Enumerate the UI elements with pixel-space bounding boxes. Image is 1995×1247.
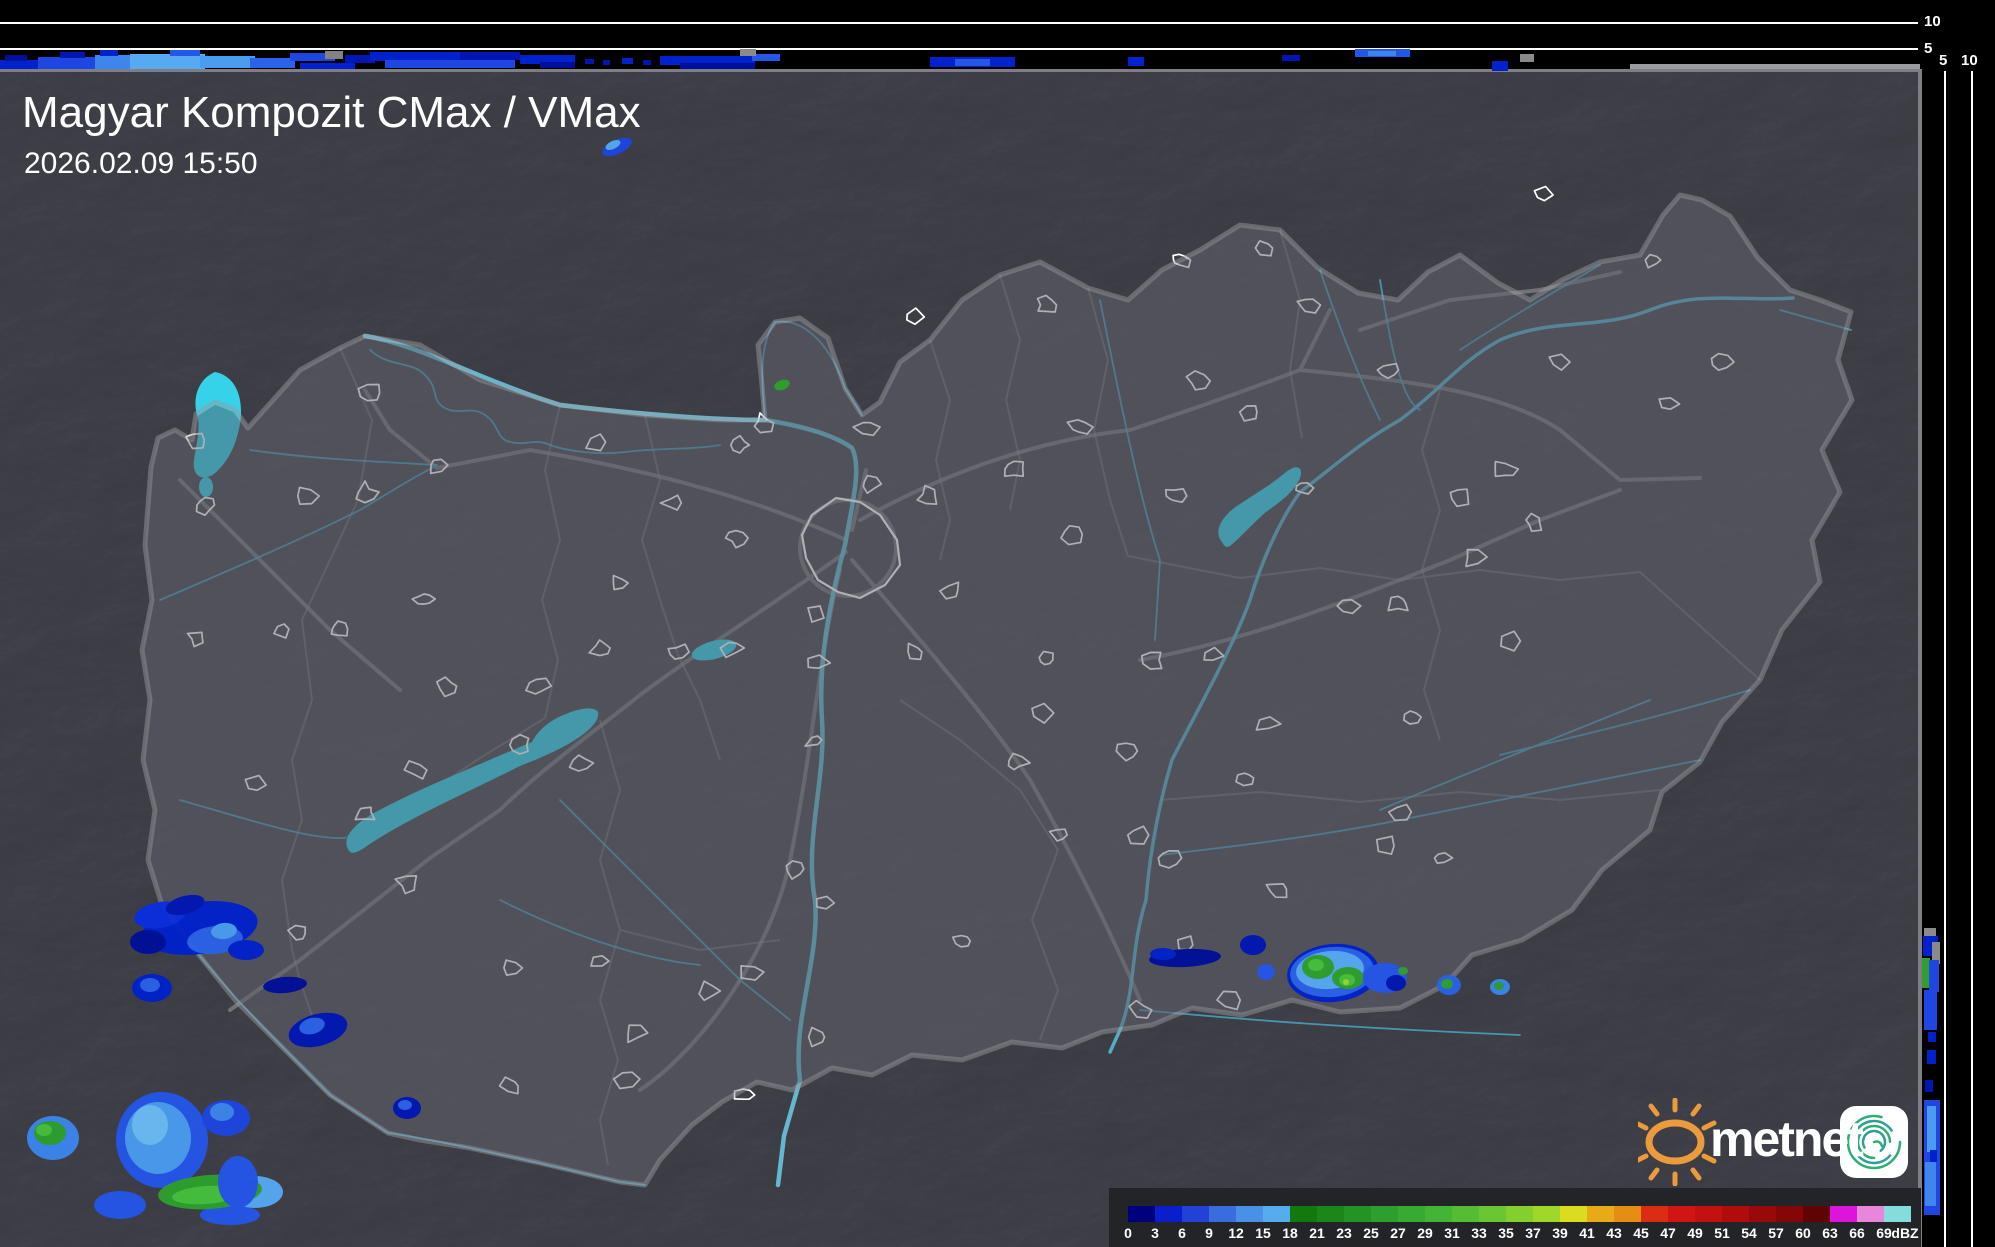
legend-color-cell: [1614, 1206, 1641, 1222]
dbz-legend: dBZ 0 3 6 9 12 15 18 21 23 25 27 29 31 33 35 37 39 41 43 45…: [1109, 1188, 1921, 1247]
legend-color-cell: [1479, 1206, 1506, 1222]
legend-color-cell: [1776, 1206, 1803, 1222]
legend-color-cell: [1317, 1206, 1344, 1222]
page-title: Magyar Kompozit CMax / VMax: [22, 88, 641, 137]
right-axis-label-10km: 10: [1961, 52, 1978, 69]
legend-tick-label: 39: [1552, 1225, 1568, 1241]
legend-color-cell: [1695, 1206, 1722, 1222]
legend-color-cell: [1749, 1206, 1776, 1222]
legend-color-cell: [1560, 1206, 1587, 1222]
legend-tick-label: 33: [1471, 1225, 1487, 1241]
legend-tick-label: 41: [1579, 1225, 1595, 1241]
metnet-logo: metnet: [1638, 1098, 1913, 1186]
top-profile-gridline-10km: [0, 22, 1918, 24]
map-frame-right: [1918, 69, 1922, 1247]
legend-color-cell: [1263, 1206, 1290, 1222]
legend-tick-label: 31: [1444, 1225, 1460, 1241]
radar-app-window: Magyar Kompozit CMax / VMax 2026.02.09 1…: [0, 0, 1995, 1247]
legend-tick-label: 15: [1255, 1225, 1271, 1241]
top-axis-label-10km: 10: [1924, 13, 1941, 30]
legend-color-cell: [1641, 1206, 1668, 1222]
map-timestamp: 2026.02.09 15:50: [24, 147, 258, 180]
legend-tick-label: 43: [1606, 1225, 1622, 1241]
legend-tick-label: 54: [1741, 1225, 1757, 1241]
legend-tick-label: 0: [1124, 1225, 1132, 1241]
legend-tick-label: 25: [1363, 1225, 1379, 1241]
legend-tick-label: 35: [1498, 1225, 1514, 1241]
legend-tick-label: 23: [1336, 1225, 1352, 1241]
legend-tick-label: 69: [1876, 1225, 1892, 1241]
sun-icon: [1638, 1098, 1717, 1186]
radar-composite-map: [0, 0, 1995, 1247]
legend-color-cell: [1128, 1206, 1155, 1222]
legend-color-cell: [1587, 1206, 1614, 1222]
legend-color-cell: [1830, 1206, 1857, 1222]
legend-tick-label: 47: [1660, 1225, 1676, 1241]
top-axis-label-5km: 5: [1924, 40, 1933, 57]
legend-color-cell: [1668, 1206, 1695, 1222]
legend-tick-label: 45: [1633, 1225, 1649, 1241]
legend-tick-label: 57: [1768, 1225, 1784, 1241]
legend-color-cell: [1506, 1206, 1533, 1222]
legend-tick-label: 29: [1417, 1225, 1433, 1241]
map-frame-top: [0, 69, 1922, 72]
legend-color-cell: [1722, 1206, 1749, 1222]
legend-tick-label: 66: [1849, 1225, 1865, 1241]
legend-color-cell: [1803, 1206, 1830, 1222]
legend-tick-label: 6: [1178, 1225, 1186, 1241]
legend-color-cell: [1290, 1206, 1317, 1222]
legend-color-cell: [1344, 1206, 1371, 1222]
legend-tick-label: 3: [1151, 1225, 1159, 1241]
legend-color-cell: [1209, 1206, 1236, 1222]
legend-tick-label: 51: [1714, 1225, 1730, 1241]
legend-color-cell: [1452, 1206, 1479, 1222]
legend-color-cell: [1236, 1206, 1263, 1222]
legend-tick-label: 49: [1687, 1225, 1703, 1241]
legend-tick-label: 27: [1390, 1225, 1406, 1241]
logo-wordmark: metnet: [1710, 1111, 1864, 1167]
legend-color-cell: [1371, 1206, 1398, 1222]
legend-tick-label: 37: [1525, 1225, 1541, 1241]
legend-color-cell: [1155, 1206, 1182, 1222]
top-profile-gridline-5km: [0, 48, 1918, 50]
right-axis-label-5km: 5: [1939, 52, 1948, 69]
right-profile-gridline-10km: [1971, 71, 1973, 1247]
legend-color-cell: [1398, 1206, 1425, 1222]
legend-tick-label: 9: [1205, 1225, 1213, 1241]
right-profile-gridline-5km: [1944, 71, 1946, 1247]
legend-color-cell: [1182, 1206, 1209, 1222]
legend-tick-label: 12: [1228, 1225, 1244, 1241]
legend-unit-label: dBZ: [1891, 1225, 1919, 1241]
legend-tick-label: 21: [1309, 1225, 1325, 1241]
terrain-layer: [0, 69, 1920, 1247]
legend-tick-label: 18: [1282, 1225, 1298, 1241]
legend-color-cell: [1857, 1206, 1884, 1222]
legend-color-cell: [1425, 1206, 1452, 1222]
legend-color-cell: [1533, 1206, 1560, 1222]
legend-tick-label: 60: [1795, 1225, 1811, 1241]
legend-color-cell: [1884, 1206, 1911, 1222]
legend-tick-label: 63: [1822, 1225, 1838, 1241]
